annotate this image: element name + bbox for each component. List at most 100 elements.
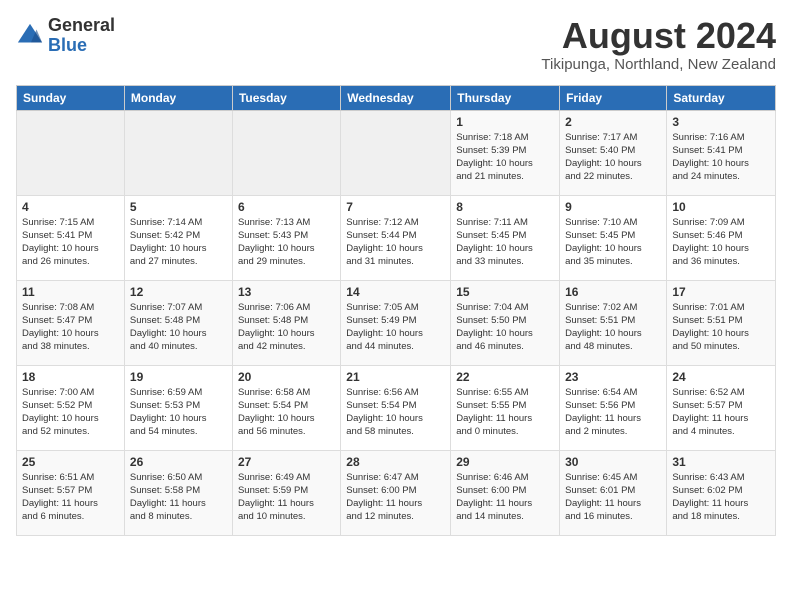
day-number: 6 — [238, 200, 335, 214]
day-info: Sunrise: 7:16 AM Sunset: 5:41 PM Dayligh… — [672, 131, 770, 184]
calendar-week-row: 18Sunrise: 7:00 AM Sunset: 5:52 PM Dayli… — [17, 365, 776, 450]
calendar-cell — [124, 110, 232, 195]
day-info: Sunrise: 6:55 AM Sunset: 5:55 PM Dayligh… — [456, 386, 554, 439]
day-info: Sunrise: 6:49 AM Sunset: 5:59 PM Dayligh… — [238, 471, 335, 524]
calendar-cell: 3Sunrise: 7:16 AM Sunset: 5:41 PM Daylig… — [667, 110, 776, 195]
day-number: 16 — [565, 285, 661, 299]
day-info: Sunrise: 6:56 AM Sunset: 5:54 PM Dayligh… — [346, 386, 445, 439]
calendar-cell: 23 Sunrise: 6:54 AM Sunset: 5:56 PM Dayli… — [560, 365, 667, 450]
calendar-week-row: 1 Sunrise: 7:18 AM Sunset: 5:39 PM Daylig… — [17, 110, 776, 195]
day-number: 29 — [456, 455, 554, 469]
day-info: Sunrise: 7:18 AM Sunset: 5:39 PM Dayligh… — [456, 131, 554, 184]
day-number: 7 — [346, 200, 445, 214]
calendar-cell: 12Sunrise: 7:07 AM Sunset: 5:48 PM Dayli… — [124, 280, 232, 365]
day-number: 20 — [238, 370, 335, 384]
day-info: Sunrise: 7:11 AM Sunset: 5:45 PM Dayligh… — [456, 216, 554, 269]
day-number: 28 — [346, 455, 445, 469]
calendar-cell: 22 Sunrise: 6:55 AM Sunset: 5:55 PM Dayli… — [451, 365, 560, 450]
calendar-cell: 16 Sunrise: 7:02 AM Sunset: 5:51 PM Dayli… — [560, 280, 667, 365]
day-number: 2 — [565, 115, 661, 129]
calendar-cell: 30 Sunrise: 6:45 AM Sunset: 6:01 PM Dayli… — [560, 450, 667, 535]
calendar-cell: 25 Sunrise: 6:51 AM Sunset: 5:57 PM Dayli… — [17, 450, 125, 535]
day-info: Sunrise: 6:45 AM Sunset: 6:01 PM Dayligh… — [565, 471, 661, 524]
day-number: 26 — [130, 455, 227, 469]
day-info: Sunrise: 6:43 AM Sunset: 6:02 PM Dayligh… — [672, 471, 770, 524]
day-number: 21 — [346, 370, 445, 384]
day-info: Sunrise: 7:15 AM Sunset: 5:41 PM Dayligh… — [22, 216, 119, 269]
day-info: Sunrise: 7:00 AM Sunset: 5:52 PM Dayligh… — [22, 386, 119, 439]
logo: General Blue — [16, 16, 115, 56]
day-info: Sunrise: 7:04 AM Sunset: 5:50 PM Dayligh… — [456, 301, 554, 354]
calendar-cell: 26 Sunrise: 6:50 AM Sunset: 5:58 PM Dayli… — [124, 450, 232, 535]
day-info: Sunrise: 6:58 AM Sunset: 5:54 PM Dayligh… — [238, 386, 335, 439]
calendar-cell: 29 Sunrise: 6:46 AM Sunset: 6:00 PM Dayli… — [451, 450, 560, 535]
calendar-table: SundayMondayTuesdayWednesdayThursdayFrid… — [16, 85, 776, 536]
calendar-week-row: 25 Sunrise: 6:51 AM Sunset: 5:57 PM Dayli… — [17, 450, 776, 535]
day-number: 13 — [238, 285, 335, 299]
logo-general: General — [48, 16, 115, 36]
day-info: Sunrise: 6:51 AM Sunset: 5:57 PM Dayligh… — [22, 471, 119, 524]
calendar-cell: 18Sunrise: 7:00 AM Sunset: 5:52 PM Dayli… — [17, 365, 125, 450]
calendar-week-row: 11Sunrise: 7:08 AM Sunset: 5:47 PM Dayli… — [17, 280, 776, 365]
day-number: 19 — [130, 370, 227, 384]
calendar-cell — [232, 110, 340, 195]
day-number: 30 — [565, 455, 661, 469]
calendar-cell: 8 Sunrise: 7:11 AM Sunset: 5:45 PM Daylig… — [451, 195, 560, 280]
calendar-cell — [341, 110, 451, 195]
day-info: Sunrise: 7:02 AM Sunset: 5:51 PM Dayligh… — [565, 301, 661, 354]
calendar-cell: 28 Sunrise: 6:47 AM Sunset: 6:00 PM Dayli… — [341, 450, 451, 535]
day-info: Sunrise: 6:52 AM Sunset: 5:57 PM Dayligh… — [672, 386, 770, 439]
day-info: Sunrise: 7:08 AM Sunset: 5:47 PM Dayligh… — [22, 301, 119, 354]
logo-text: General Blue — [48, 16, 115, 56]
calendar-cell: 20 Sunrise: 6:58 AM Sunset: 5:54 PM Dayli… — [232, 365, 340, 450]
logo-icon — [16, 22, 44, 50]
day-number: 8 — [456, 200, 554, 214]
day-info: Sunrise: 6:46 AM Sunset: 6:00 PM Dayligh… — [456, 471, 554, 524]
page-header: General Blue August 2024 Tikipunga, Nort… — [16, 16, 776, 73]
day-number: 12 — [130, 285, 227, 299]
day-info: Sunrise: 7:14 AM Sunset: 5:42 PM Dayligh… — [130, 216, 227, 269]
day-number: 25 — [22, 455, 119, 469]
weekday-header-saturday: Saturday — [667, 85, 776, 110]
calendar-cell: 31 Sunrise: 6:43 AM Sunset: 6:02 PM Dayli… — [667, 450, 776, 535]
day-info: Sunrise: 7:06 AM Sunset: 5:48 PM Dayligh… — [238, 301, 335, 354]
day-number: 14 — [346, 285, 445, 299]
weekday-header-thursday: Thursday — [451, 85, 560, 110]
weekday-header-tuesday: Tuesday — [232, 85, 340, 110]
day-number: 1 — [456, 115, 554, 129]
day-info: Sunrise: 7:01 AM Sunset: 5:51 PM Dayligh… — [672, 301, 770, 354]
day-info: Sunrise: 7:05 AM Sunset: 5:49 PM Dayligh… — [346, 301, 445, 354]
weekday-header-wednesday: Wednesday — [341, 85, 451, 110]
day-info: Sunrise: 6:47 AM Sunset: 6:00 PM Dayligh… — [346, 471, 445, 524]
day-number: 23 — [565, 370, 661, 384]
weekday-header-monday: Monday — [124, 85, 232, 110]
calendar-cell: 2 Sunrise: 7:17 AM Sunset: 5:40 PM Daylig… — [560, 110, 667, 195]
calendar-cell — [17, 110, 125, 195]
calendar-cell: 19Sunrise: 6:59 AM Sunset: 5:53 PM Dayli… — [124, 365, 232, 450]
calendar-cell: 15 Sunrise: 7:04 AM Sunset: 5:50 PM Dayli… — [451, 280, 560, 365]
calendar-cell: 24 Sunrise: 6:52 AM Sunset: 5:57 PM Dayli… — [667, 365, 776, 450]
day-number: 31 — [672, 455, 770, 469]
day-info: Sunrise: 7:09 AM Sunset: 5:46 PM Dayligh… — [672, 216, 770, 269]
calendar-cell: 1 Sunrise: 7:18 AM Sunset: 5:39 PM Daylig… — [451, 110, 560, 195]
calendar-cell: 17 Sunrise: 7:01 AM Sunset: 5:51 PM Dayli… — [667, 280, 776, 365]
weekday-header-friday: Friday — [560, 85, 667, 110]
calendar-cell: 21 Sunrise: 6:56 AM Sunset: 5:54 PM Dayli… — [341, 365, 451, 450]
day-number: 22 — [456, 370, 554, 384]
day-info: Sunrise: 7:17 AM Sunset: 5:40 PM Dayligh… — [565, 131, 661, 184]
calendar-cell: 5Sunrise: 7:14 AM Sunset: 5:42 PM Daylig… — [124, 195, 232, 280]
day-number: 15 — [456, 285, 554, 299]
calendar-cell: 10Sunrise: 7:09 AM Sunset: 5:46 PM Dayli… — [667, 195, 776, 280]
location: Tikipunga, Northland, New Zealand — [541, 56, 776, 73]
month-title: August 2024 — [541, 16, 776, 56]
day-number: 17 — [672, 285, 770, 299]
day-number: 24 — [672, 370, 770, 384]
weekday-header-sunday: Sunday — [17, 85, 125, 110]
day-number: 9 — [565, 200, 661, 214]
calendar-cell: 7Sunrise: 7:12 AM Sunset: 5:44 PM Daylig… — [341, 195, 451, 280]
day-info: Sunrise: 6:50 AM Sunset: 5:58 PM Dayligh… — [130, 471, 227, 524]
day-number: 27 — [238, 455, 335, 469]
logo-blue: Blue — [48, 36, 115, 56]
day-info: Sunrise: 6:54 AM Sunset: 5:56 PM Dayligh… — [565, 386, 661, 439]
title-block: August 2024 Tikipunga, Northland, New Ze… — [541, 16, 776, 73]
